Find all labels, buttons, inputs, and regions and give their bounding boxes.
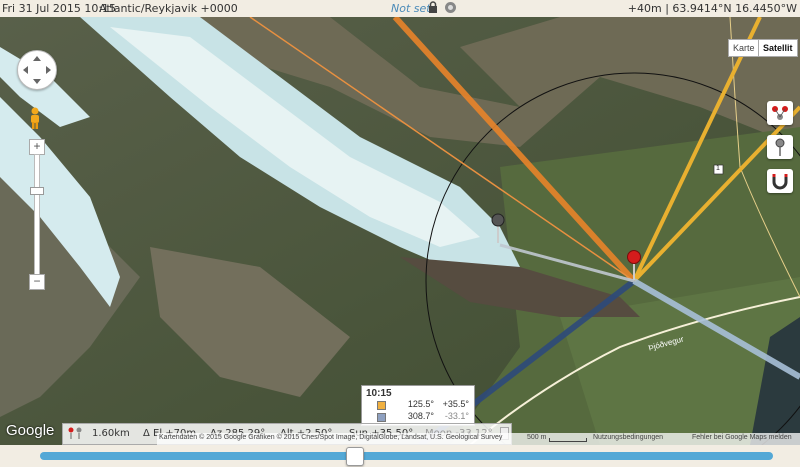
satellite-map[interactable]: Þjóðvegur 1 + − Karte Satellit 10:15 125… (0, 17, 800, 445)
terms-link[interactable]: Nutzungsbedingungen (593, 434, 663, 441)
time-slider-thumb[interactable] (346, 447, 365, 466)
time-slider-track[interactable] (40, 452, 773, 460)
magnet-icon[interactable] (767, 169, 793, 193)
timezone: Atlantic/Reykjavik +0000 (99, 2, 238, 15)
location-coords: +40m | 63.9414°N 16.4450°W (627, 2, 797, 15)
moon-swatch (377, 413, 386, 422)
moon-azimuth: 308.7° (407, 411, 434, 421)
pegman-icon[interactable] (29, 107, 41, 129)
report-error-link[interactable]: Fehler bei Google Maps melden (692, 434, 792, 441)
copyright-text: Kartendaten © 2015 Google Grafiken © 201… (159, 434, 503, 441)
zoom-out-button[interactable]: − (29, 274, 45, 290)
pin-icon[interactable] (767, 135, 793, 159)
zoom-in-button[interactable]: + (29, 139, 45, 155)
sun-altitude: +35.5° (442, 399, 469, 409)
time-slider-bar (0, 445, 800, 467)
lock-icon[interactable] (428, 1, 438, 13)
road-number-label: 1 (716, 165, 720, 172)
map-type-satellite-button[interactable]: Satellit (758, 39, 798, 57)
pan-control-icon[interactable] (17, 50, 57, 90)
scale-label: 500 m (527, 434, 547, 441)
sun-swatch (377, 401, 386, 410)
moon-altitude: -33.1° (444, 411, 469, 421)
map-type-karte-button[interactable]: Karte (728, 39, 760, 57)
scale-bar (549, 438, 587, 442)
map-attribution-bar: Kartendaten © 2015 Google Grafiken © 201… (157, 433, 800, 445)
zoom-slider-thumb[interactable] (30, 187, 44, 195)
sun-azimuth: 125.5° (407, 399, 434, 409)
sun-info-row: 125.5° +35.5° (366, 399, 472, 411)
top-bar: Fri 31 Jul 2015 10:15 Atlantic/Reykjavik… (0, 0, 800, 17)
sun-moon-info-box: 10:15 125.5° +35.5° 308.7° -33.1° (361, 385, 475, 426)
not-set-link[interactable]: Not set (391, 2, 431, 15)
moon-info-row: 308.7° -33.1° (366, 411, 472, 423)
distance-value: 1.60km (92, 428, 130, 439)
markers-icon[interactable] (767, 101, 793, 125)
google-logo: Google (6, 422, 55, 439)
zoom-slider[interactable] (34, 154, 40, 275)
distance-icon[interactable] (67, 426, 83, 440)
toggle-icon[interactable] (445, 2, 456, 13)
info-time: 10:15 (366, 388, 392, 399)
map-imagery (0, 17, 800, 445)
